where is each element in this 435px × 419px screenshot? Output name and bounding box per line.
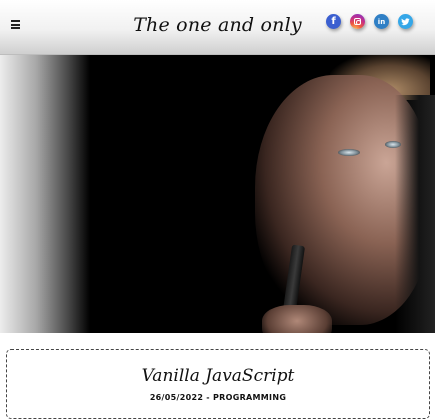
hero-hood bbox=[395, 95, 435, 333]
twitter-bird-glyph bbox=[401, 17, 410, 25]
hero-hand bbox=[262, 305, 332, 333]
twitter-icon[interactable] bbox=[398, 14, 413, 29]
post-card[interactable]: Vanilla JavaScript 26/05/2022 - PROGRAMM… bbox=[6, 349, 430, 419]
hero-eye-right bbox=[385, 141, 401, 148]
linkedin-icon[interactable]: in bbox=[374, 14, 389, 29]
site-title[interactable]: The one and only bbox=[0, 14, 435, 36]
instagram-icon[interactable] bbox=[350, 14, 365, 29]
hero-left-fade bbox=[0, 55, 90, 333]
linkedin-glyph: in bbox=[377, 17, 386, 26]
site-header: The one and only f in bbox=[0, 0, 435, 55]
hero-portrait-image bbox=[0, 55, 435, 333]
post-meta: 26/05/2022 - PROGRAMMING bbox=[149, 393, 287, 402]
hero-eye-left bbox=[338, 149, 360, 156]
facebook-glyph: f bbox=[331, 16, 336, 27]
instagram-glyph bbox=[354, 18, 361, 25]
facebook-icon[interactable]: f bbox=[326, 14, 341, 29]
post-title[interactable]: Vanilla JavaScript bbox=[7, 366, 429, 386]
